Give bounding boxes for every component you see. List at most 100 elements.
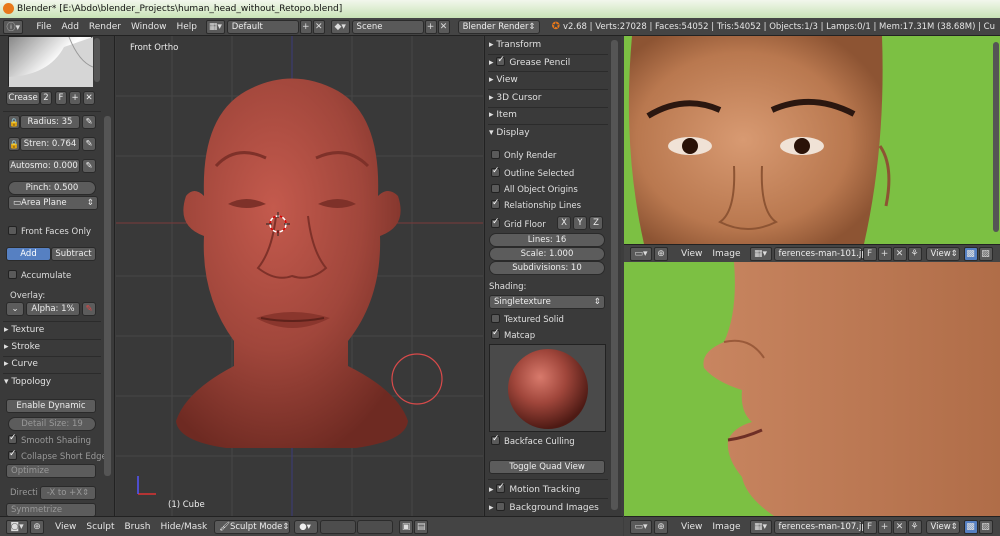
all-object-origins-toggle[interactable]: All Object Origins <box>491 184 609 195</box>
browse-image-icon[interactable]: ▦▾ <box>749 519 772 534</box>
toggle-quad-view-button[interactable]: Toggle Quad View <box>489 460 605 474</box>
only-render-toggle[interactable]: Only Render <box>491 150 609 161</box>
render-engine-select[interactable]: Blender Render ⇕ <box>457 19 540 34</box>
image-name-field[interactable]: ferences-man-107.jpg <box>773 519 872 534</box>
sculpt-plane-select[interactable]: ▭ Area Plane ⇕ <box>8 196 98 210</box>
remove-scene-button[interactable]: ✕ <box>437 19 450 34</box>
unlink-image-button[interactable]: ✕ <box>892 246 907 261</box>
menu-hide-mask[interactable]: Hide/Mask <box>155 522 212 532</box>
menu-collapse-icon[interactable]: ⊕ <box>654 246 668 261</box>
panel-display[interactable]: ▾ Display <box>489 128 607 138</box>
overlay-toggle-icon[interactable]: ⌄ <box>6 302 24 316</box>
axis-y-toggle[interactable]: Y <box>573 216 587 230</box>
pin-image-icon[interactable]: ⚘ <box>907 519 922 534</box>
layers-group-2[interactable] <box>357 519 394 534</box>
editor-type-info-icon[interactable]: ⓘ▾ <box>3 19 24 34</box>
add-button[interactable]: Add <box>6 247 51 261</box>
symmetrize-button[interactable]: Symmetrize <box>6 503 96 516</box>
editor-type-image-icon[interactable]: ▭▾ <box>630 246 652 261</box>
unlink-image-button[interactable]: ✕ <box>892 519 907 534</box>
front-faces-only-toggle[interactable]: Front Faces Only <box>8 226 91 237</box>
menu-render[interactable]: Render <box>84 22 126 32</box>
properties-scrollbar[interactable] <box>611 40 618 510</box>
strength-slider[interactable]: Stren: 0.764 <box>20 137 80 151</box>
radius-pressure-icon[interactable]: ✎ <box>82 115 96 129</box>
axis-z-toggle[interactable]: Z <box>589 216 603 230</box>
alpha-channel-icon[interactable]: ▨ <box>978 246 993 261</box>
scene-icon[interactable]: ◆▾ <box>330 19 350 34</box>
smooth-shading-toggle[interactable]: Smooth Shading <box>8 433 91 446</box>
matcap-toggle[interactable]: Matcap <box>491 328 609 341</box>
image-editor-bottom[interactable] <box>624 262 1000 516</box>
tool-shelf-scrollbar[interactable] <box>104 116 111 476</box>
axis-x-toggle[interactable]: X <box>557 216 571 230</box>
direction-select[interactable]: -X to +X ⇕ <box>40 486 96 500</box>
shading-select[interactable]: Singletexture ⇕ <box>489 295 605 309</box>
add-scene-button[interactable]: + <box>424 19 437 34</box>
strength-pressure-icon[interactable]: ✎ <box>82 137 96 151</box>
panel-topology[interactable]: ▾ Topology <box>4 377 51 387</box>
mode-select[interactable]: 🖌 Sculpt Mode ⇕ <box>214 519 291 534</box>
panel-item[interactable]: ▸ Item <box>489 110 607 120</box>
panel-background-images[interactable]: ▸ Background Images <box>489 502 607 513</box>
scene-field[interactable]: Scene <box>351 19 424 34</box>
menu-image[interactable]: Image <box>707 522 745 532</box>
browse-image-icon[interactable]: ▦▾ <box>749 246 772 261</box>
backface-culling-toggle[interactable]: Backface Culling <box>491 434 609 447</box>
menu-view[interactable]: View <box>50 522 81 532</box>
screen-layout-field[interactable]: Default <box>226 19 299 34</box>
brush-users-count[interactable]: 2 <box>40 91 52 105</box>
panel-transform[interactable]: ▸ Transform <box>489 40 607 50</box>
radius-lock-icon[interactable]: 🔒 <box>8 115 20 129</box>
autosmooth-pressure-icon[interactable]: ✎ <box>82 159 96 173</box>
image-mode-select[interactable]: View ⇕ <box>925 519 960 534</box>
pinch-slider[interactable]: Pinch: 0.500 <box>8 181 96 195</box>
matcap-preview[interactable] <box>489 344 606 432</box>
panel-3d-cursor[interactable]: ▸ 3D Cursor <box>489 93 607 103</box>
image-mode-select[interactable]: View ⇕ <box>925 246 960 261</box>
alpha-channel-icon[interactable]: ▨ <box>978 519 993 534</box>
grid-lines-slider[interactable]: Lines: 16 <box>489 233 605 247</box>
panel-grease-pencil[interactable]: ▸ Grease Pencil <box>489 55 607 68</box>
menu-window[interactable]: Window <box>126 22 172 32</box>
grid-scale-slider[interactable]: Scale: 1.000 <box>489 247 605 261</box>
menu-add[interactable]: Add <box>56 22 83 32</box>
editor-type-3d-view-icon[interactable]: ◙▾ <box>6 519 28 534</box>
grid-subdivisions-slider[interactable]: Subdivisions: 10 <box>489 261 605 275</box>
fake-user-button[interactable]: F <box>862 519 877 534</box>
fake-user-button[interactable]: F <box>55 91 67 105</box>
outline-selected-toggle[interactable]: Outline Selected <box>491 166 609 179</box>
brush-name-field[interactable]: Crease <box>6 91 40 105</box>
menu-sculpt[interactable]: Sculpt <box>81 522 119 532</box>
panel-texture[interactable]: ▸ Texture <box>4 325 44 335</box>
menu-brush[interactable]: Brush <box>119 522 155 532</box>
image-name-field[interactable]: ferences-man-101.jpg <box>773 246 872 261</box>
panel-motion-tracking[interactable]: ▸ Motion Tracking <box>489 482 607 495</box>
remove-screen-button[interactable]: ✕ <box>312 19 325 34</box>
panel-stroke[interactable]: ▸ Stroke <box>4 342 40 352</box>
textured-solid-toggle[interactable]: Textured Solid <box>491 314 609 325</box>
fake-user-button[interactable]: F <box>862 246 877 261</box>
relationship-lines-toggle[interactable]: Relationship Lines <box>491 198 609 211</box>
menu-collapse-icon[interactable]: ⊕ <box>654 519 668 534</box>
strength-lock-icon[interactable]: 🔒 <box>8 137 20 151</box>
viewport-shading-select[interactable]: ●▾ <box>294 519 319 534</box>
panel-view[interactable]: ▸ View <box>489 75 607 85</box>
enable-dynamic-button[interactable]: Enable Dynamic <box>6 399 96 413</box>
subtract-button[interactable]: Subtract <box>51 247 96 261</box>
display-channels-icon[interactable]: ▩ <box>963 519 978 534</box>
screen-layout-icon[interactable]: ▦▾ <box>206 19 225 34</box>
collapse-short-edge-toggle[interactable]: Collapse Short Edge <box>8 449 107 462</box>
display-channels-icon[interactable]: ▩ <box>963 246 978 261</box>
menu-file[interactable]: File <box>31 22 56 32</box>
new-image-button[interactable]: + <box>877 246 892 261</box>
radius-slider[interactable]: Radius: 35 <box>20 115 80 129</box>
layers-group-1[interactable] <box>320 519 357 534</box>
brush-preview-scrollbar[interactable] <box>94 38 100 82</box>
menu-collapse-icon[interactable]: ⊕ <box>30 519 44 534</box>
image-editor-top[interactable] <box>624 36 1000 244</box>
menu-view[interactable]: View <box>676 522 707 532</box>
image-editor-top-scrollbar[interactable] <box>993 42 999 232</box>
opengl-render-icon[interactable]: ▤ <box>414 519 429 534</box>
add-brush-button[interactable]: + <box>69 91 81 105</box>
